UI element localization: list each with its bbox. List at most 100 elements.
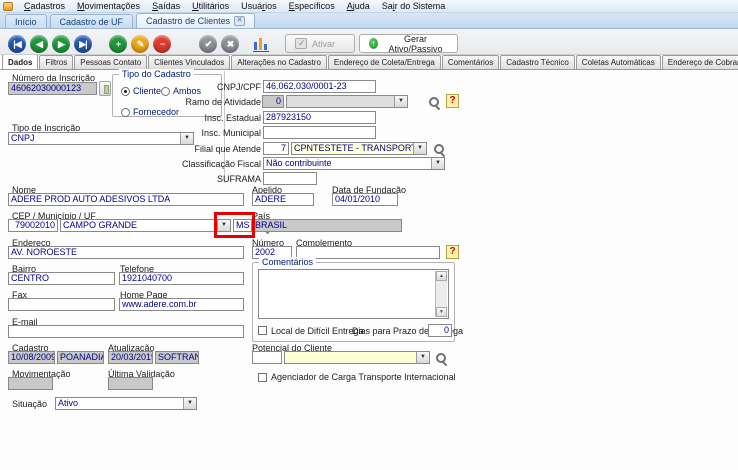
tab-comentarios[interactable]: Comentários (442, 55, 499, 69)
radio-icon (121, 108, 130, 117)
comentarios-scrollbar[interactable]: ▲ ▼ (435, 271, 447, 317)
radio-cliente[interactable]: Cliente (121, 86, 161, 96)
comentarios-textarea[interactable]: ▲ ▼ (258, 269, 449, 319)
agenciador-label: Agenciador de Carga Transporte Internaci… (271, 372, 456, 382)
potencial-cliente-select[interactable]: ▼ (284, 351, 430, 364)
potencial-cliente-code-field[interactable] (252, 351, 282, 364)
filial-atende-label: Filial que Atende (176, 144, 261, 154)
nome-field[interactable]: ADERE PROD AUTO ADESIVOS LTDA (8, 193, 244, 206)
fax-field[interactable] (8, 298, 115, 311)
bairro-field[interactable]: CENTRO (8, 272, 115, 285)
numero-inscricao-field[interactable]: 46062030000123 (8, 82, 97, 95)
numero-inscricao-side-button[interactable] (99, 81, 111, 96)
window-tab-cadastro-de-uf[interactable]: Cadastro de UF (50, 14, 134, 28)
agenciador-checkbox[interactable] (258, 373, 267, 382)
radio-label: Fornecedor (133, 107, 179, 117)
cancel-button-icon[interactable]: ✖ (221, 35, 239, 53)
chevron-down-icon[interactable]: ▼ (431, 158, 444, 169)
complemento-field[interactable] (296, 246, 440, 259)
add-record-button-icon[interactable]: + (109, 35, 127, 53)
tab-alteracoes-no-cadastro[interactable]: Alterações no Cadastro (231, 55, 327, 69)
tab-endereco-de-coleta-entrega[interactable]: Endereço de Coleta/Entrega (328, 55, 441, 69)
apelido-field[interactable]: ADERE (252, 193, 314, 206)
filial-atende-code-field[interactable]: 7 (263, 142, 289, 155)
menu-item-sair-do-sistema[interactable]: Sair do Sistema (376, 1, 452, 11)
scroll-down-icon[interactable]: ▼ (436, 307, 447, 317)
insc-estadual-field[interactable]: 287923150 (263, 111, 376, 124)
page-tab-strip: DadosFiltrosPessoas ContatoClientes Vinc… (0, 55, 738, 70)
first-record-button-icon[interactable]: |◀ (8, 35, 26, 53)
edit-record-button-icon[interactable]: ✎ (131, 35, 149, 53)
municipio-select[interactable]: CAMPO GRANDE ▼ (60, 219, 231, 232)
ramo-atividade-search-icon[interactable] (428, 96, 440, 108)
chevron-down-icon[interactable]: ▼ (183, 398, 196, 409)
ramo-atividade-code-field[interactable]: 0 (262, 95, 284, 108)
tab-clientes-vinculados[interactable]: Clientes Vinculados (148, 55, 230, 69)
menu-item-utilitarios[interactable]: Utilitários (186, 1, 235, 11)
cep-field[interactable]: 79002010 (8, 219, 58, 232)
menu-item-movimentacoes[interactable]: Movimentações (71, 1, 146, 11)
gerar-ativo-icon: ↑ (369, 38, 378, 49)
suframa-field[interactable] (263, 172, 317, 185)
window-tab-bar: Início Cadastro de UF Cadastro de Clientes… (0, 13, 738, 29)
chart-icon[interactable] (253, 36, 269, 52)
annotation-highlight-rectangle (214, 212, 255, 238)
dificil-entrega-checkbox[interactable] (258, 326, 267, 335)
endereco-field[interactable]: AV. NOROESTE (8, 246, 244, 259)
chevron-down-icon[interactable]: ▼ (416, 352, 429, 363)
previous-record-button-icon[interactable]: ◀ (30, 35, 48, 53)
scroll-up-icon[interactable]: ▲ (436, 271, 447, 281)
app-window: CadastrosMovimentaçõesSaídasUtilitáriosU… (0, 0, 738, 470)
filial-atende-search-icon[interactable] (433, 143, 445, 155)
confirm-button-icon[interactable]: ✔ (199, 35, 217, 53)
window-tab-label: Cadastro de Clientes (146, 16, 230, 26)
tab-cadastro-tecnico[interactable]: Cadastro Técnico (500, 55, 575, 69)
window-tab-label: Cadastro de UF (60, 17, 124, 27)
insc-municipal-field[interactable] (263, 126, 376, 139)
app-icon (3, 2, 13, 11)
menu-items: CadastrosMovimentaçõesSaídasUtilitáriosU… (18, 1, 451, 11)
gerar-ativo-passivo-button[interactable]: ↑ Gerar Ativo/Passivo (359, 34, 458, 53)
situacao-select[interactable]: Ativo ▼ (55, 397, 197, 410)
menu-item-especificos[interactable]: Específicos (283, 1, 341, 11)
last-record-button-icon[interactable]: ▶| (74, 35, 92, 53)
menu-item-ajuda[interactable]: Ajuda (341, 1, 376, 11)
chevron-down-icon[interactable]: ▼ (413, 143, 426, 154)
menu-item-cadastros[interactable]: Cadastros (18, 1, 71, 11)
ramo-atividade-select[interactable]: ▼ (286, 95, 408, 108)
email-field[interactable] (8, 325, 244, 338)
tipo-inscricao-select[interactable]: CNPJ ▼ (8, 132, 194, 145)
ativar-button[interactable]: Ativar (285, 34, 355, 53)
cnpj-cpf-field[interactable]: 46.062.030/0001-23 (263, 80, 376, 93)
menu-item-usuarios[interactable]: Usuários (235, 1, 283, 11)
delete-record-button-icon[interactable]: − (153, 35, 171, 53)
menu-bar: CadastrosMovimentaçõesSaídasUtilitáriosU… (0, 0, 738, 13)
tab-endereco-de-cobranca[interactable]: Endereço de Cobrança (662, 55, 738, 69)
data-fundacao-field[interactable]: 04/01/2010 (332, 193, 398, 206)
class-fiscal-select[interactable]: Não contribuinte ▼ (263, 157, 445, 170)
home-page-field[interactable]: www.adere.com.br (119, 298, 244, 311)
window-tab-inicio[interactable]: Início (5, 14, 47, 28)
cadastro-user-field: POANADIA (57, 351, 104, 364)
telefone-field[interactable]: 1921040700 (119, 272, 244, 285)
tab-filtros[interactable]: Filtros (39, 55, 73, 69)
ultima-validacao-field (108, 377, 153, 390)
pais-field[interactable]: BRASIL (252, 219, 402, 232)
chevron-down-icon[interactable]: ▼ (394, 96, 407, 107)
close-icon[interactable]: ✕ (234, 16, 245, 26)
comentarios-title: Comentários (259, 257, 316, 267)
atualizacao-user-field: SOFTRAN (155, 351, 199, 364)
filial-atende-select[interactable]: CPNTESTETE - TRANSPORTES TRAN ▼ (291, 142, 427, 155)
tab-dados[interactable]: Dados (2, 55, 38, 69)
movimentacao-field (8, 377, 53, 390)
radio-fornecedor[interactable]: Fornecedor (121, 107, 179, 117)
tab-pessoas-contato[interactable]: Pessoas Contato (74, 55, 147, 69)
ramo-atividade-help-button[interactable]: ? (446, 94, 459, 108)
menu-item-saidas[interactable]: Saídas (146, 1, 186, 11)
tab-coletas-automaticas[interactable]: Coletas Automáticas (576, 55, 661, 69)
potencial-cliente-search-icon[interactable] (435, 352, 447, 364)
next-record-button-icon[interactable]: ▶ (52, 35, 70, 53)
window-tab-cadastro-de-clientes[interactable]: Cadastro de Clientes ✕ (136, 13, 255, 28)
prazo-entrega-field[interactable]: 0 (428, 324, 452, 337)
complemento-help-button[interactable]: ? (446, 245, 459, 259)
